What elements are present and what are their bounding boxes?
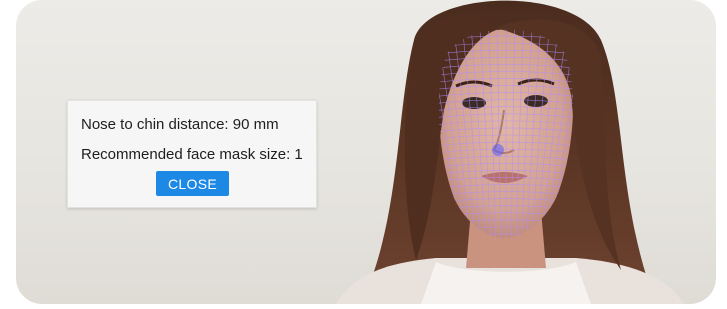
nose-to-chin-text: Nose to chin distance: 90 mm [81,116,279,133]
mask-size-text: Recommended face mask size: 1 [81,146,303,163]
app-frame: Nose to chin distance: 90 mm Recommended… [0,0,727,309]
measurement-result-dialog: Nose to chin distance: 90 mm Recommended… [67,100,317,208]
close-button[interactable]: CLOSE [156,171,229,196]
nose-landmark [492,144,504,156]
